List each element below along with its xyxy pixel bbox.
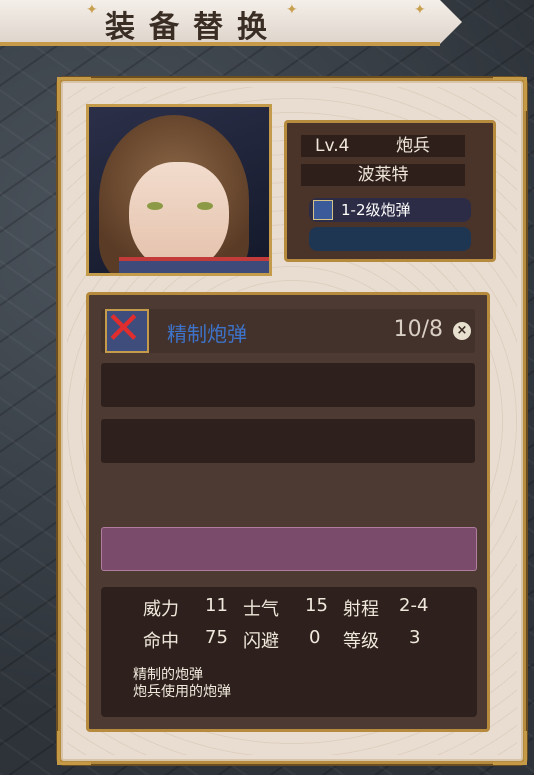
character-level: Lv.4	[315, 136, 350, 156]
character-name-row: 波莱特	[301, 164, 465, 186]
character-portrait	[86, 104, 272, 276]
equipment-list: ✕ 精制炮弹 10/8 × 威力 11 士气 15 射程 2-4 命中 75 闪…	[86, 292, 490, 732]
ornament-icon: ✦	[86, 2, 98, 18]
page-title: 装备替换	[105, 10, 281, 45]
description-line-1: 精制的炮弹	[133, 667, 203, 683]
stat-label-range: 射程	[343, 599, 379, 620]
stat-label-hit: 命中	[143, 631, 179, 652]
description-line-2: 炮兵使用的炮弹	[133, 684, 231, 700]
corner-ornament-icon	[493, 731, 527, 765]
character-class: 炮兵	[396, 136, 430, 156]
item-description: 精制的炮弹 炮兵使用的炮弹	[133, 667, 231, 701]
character-info-panel: Lv.4 炮兵 波莱特 1-2级炮弹	[284, 120, 496, 262]
stat-value-level: 3	[409, 627, 421, 648]
list-item[interactable]	[101, 363, 475, 407]
stat-label-evade: 闪避	[243, 631, 279, 652]
list-item-highlight[interactable]	[101, 527, 477, 571]
level-class-row: Lv.4 炮兵	[301, 135, 465, 157]
close-icon[interactable]: ×	[453, 322, 471, 340]
stat-value-evade: 0	[309, 627, 321, 648]
list-item[interactable]	[101, 419, 475, 463]
stat-label-power: 威力	[143, 599, 179, 620]
portrait-eye	[197, 202, 213, 210]
stat-value-morale: 15	[305, 595, 328, 616]
ornament-icon: ✦	[286, 2, 298, 18]
stat-label-morale: 士气	[243, 599, 279, 620]
item-name: 精制炮弹	[167, 322, 247, 346]
item-count: 10/8	[393, 317, 443, 342]
ornament-icon: ✦	[414, 2, 426, 18]
weapon-slot[interactable]: 1-2级炮弹	[309, 198, 471, 222]
empty-equipment-slot[interactable]	[309, 227, 471, 251]
list-item-selected[interactable]: ✕ 精制炮弹 10/8 ×	[101, 303, 475, 354]
portrait-face	[129, 162, 229, 272]
corner-ornament-icon	[493, 77, 527, 111]
stat-value-hit: 75	[205, 627, 228, 648]
portrait-collar	[119, 257, 269, 273]
portrait-eye	[147, 202, 163, 210]
stat-label-level: 等级	[343, 631, 379, 652]
corner-ornament-icon	[57, 731, 91, 765]
stat-value-range: 2-4	[399, 595, 429, 616]
stat-value-power: 11	[205, 595, 228, 616]
unequip-icon: ✕	[105, 303, 149, 354]
cannonball-icon	[313, 200, 333, 220]
weapon-label: 1-2级炮弹	[341, 201, 411, 219]
character-name: 波莱特	[357, 165, 409, 185]
